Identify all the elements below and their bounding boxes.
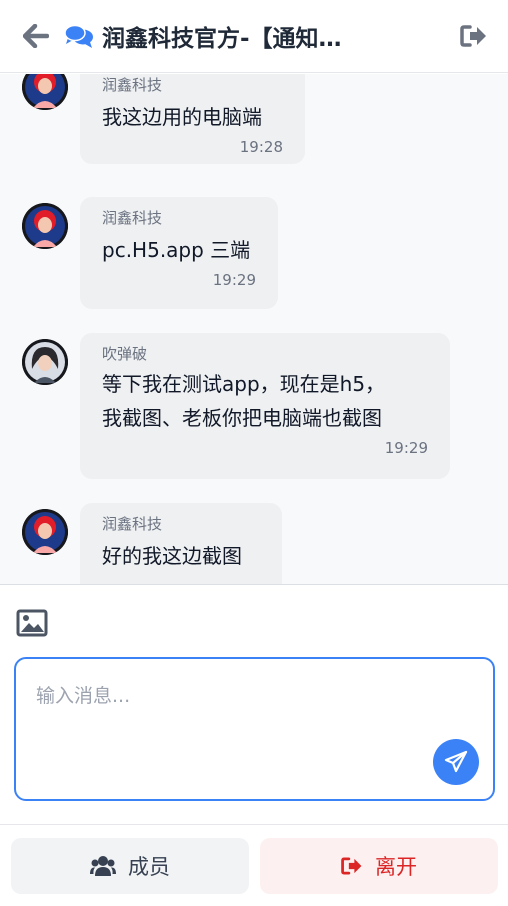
message-list[interactable]: 润鑫科技 我这边用的电脑端 19:28 润鑫科技 pc.H5.app 三端 19… <box>0 74 508 584</box>
message-text: 我这边用的电脑端 <box>102 105 262 129</box>
send-button[interactable] <box>433 739 479 785</box>
message-text: pc.H5.app 三端 <box>102 238 251 262</box>
avatar <box>22 509 68 555</box>
message-sender: 吹弹破 <box>102 345 148 363</box>
message-bubble: 吹弹破 等下我在测试app，现在是h5， 我截图、老板你把电脑端也截图 19:2… <box>80 333 450 479</box>
message-text: 好的我这边截图 <box>102 544 242 568</box>
paper-plane-icon <box>444 750 468 773</box>
message-bubble: 润鑫科技 好的我这边截图 <box>80 503 282 584</box>
message-input-box <box>14 657 495 801</box>
message-time: 19:29 <box>384 439 428 457</box>
avatar <box>22 339 68 385</box>
back-button[interactable] <box>18 18 54 54</box>
message-sender: 润鑫科技 <box>102 209 163 227</box>
message-bubble: 润鑫科技 pc.H5.app 三端 19:29 <box>80 197 278 309</box>
message-sender: 润鑫科技 <box>102 515 163 533</box>
bottom-action-bar: 成员 离开 <box>0 824 508 906</box>
message-bubble: 润鑫科技 我这边用的电脑端 19:28 <box>80 74 305 164</box>
arrow-left-icon <box>23 24 49 48</box>
image-upload-button[interactable] <box>16 609 48 637</box>
members-label: 成员 <box>128 855 170 879</box>
leave-button[interactable]: 离开 <box>260 838 498 894</box>
users-icon <box>90 855 116 877</box>
members-button[interactable]: 成员 <box>11 838 249 894</box>
message-text-line: 等下我在测试app，现在是h5， <box>102 372 386 396</box>
image-icon <box>16 609 48 637</box>
avatar <box>22 203 68 249</box>
page-title: 润鑫科技官方-【通知… <box>102 26 342 52</box>
chat-header: 润鑫科技官方-【通知… <box>0 0 508 73</box>
message-sender: 润鑫科技 <box>102 76 163 94</box>
avatar <box>22 74 68 110</box>
sign-out-icon <box>341 856 363 876</box>
sign-out-icon <box>460 25 486 47</box>
composer <box>0 584 508 824</box>
exit-button[interactable] <box>458 20 490 52</box>
message-time: 19:29 <box>212 271 256 289</box>
message-input[interactable] <box>16 659 493 799</box>
leave-label: 离开 <box>375 855 417 879</box>
message-text-line: 我截图、老板你把电脑端也截图 <box>102 406 382 430</box>
message-time: 19:28 <box>239 138 283 156</box>
comments-icon <box>64 21 94 51</box>
